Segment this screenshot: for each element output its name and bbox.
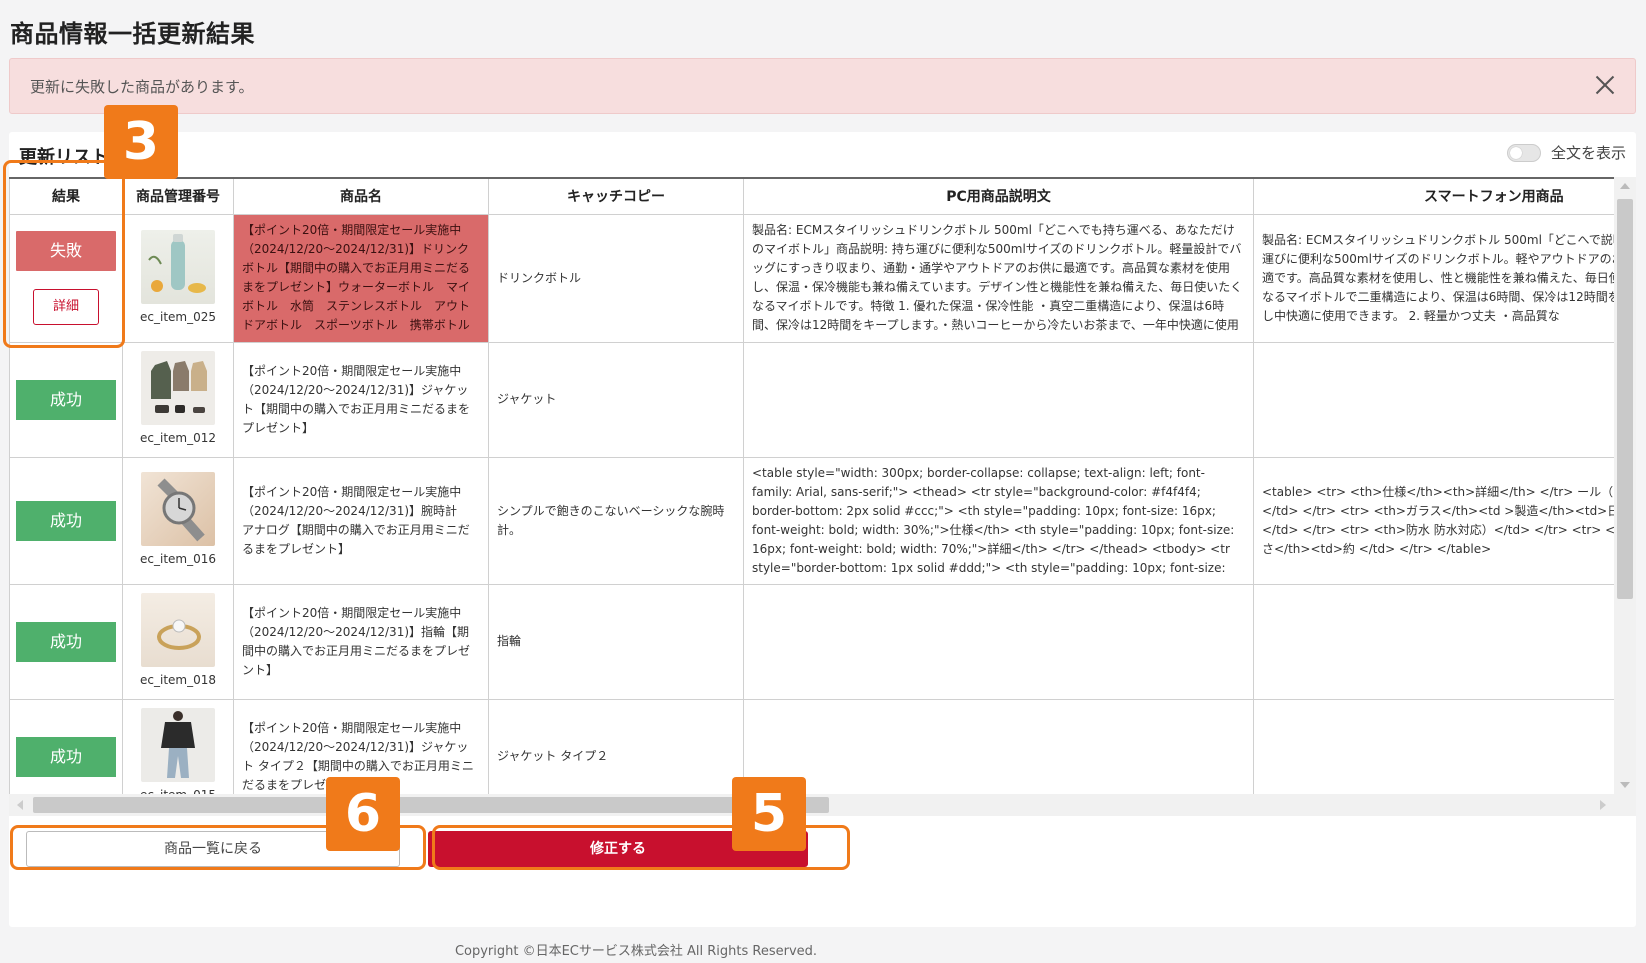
item-name-cell[interactable]: 【ポイント20倍・期間限定セール実施中（2024/12/20～2024/12/3…: [233, 341, 489, 458]
item-code-cell: ec_item_025: [122, 213, 234, 343]
scroll-up-icon[interactable]: [1620, 183, 1630, 189]
pc-description-cell[interactable]: [743, 583, 1254, 700]
pc-description-cell[interactable]: 製品名: ECMスタイリッシュドリンクボトル 500ml「どこへでも持ち運べる、…: [743, 213, 1254, 343]
catch-copy-cell[interactable]: 指輪: [488, 583, 744, 700]
header-sp-description: スマートフォン用商品: [1253, 177, 1636, 215]
catch-copy-cell[interactable]: シンプルで飽きのこないベーシックな腕時計。: [488, 456, 744, 585]
jacket-outfit-photo-icon: [141, 708, 215, 782]
show-full-text-toggle[interactable]: [1506, 143, 1541, 162]
item-code: ec_item_025: [140, 309, 216, 324]
annotation-badge-3: 3: [104, 105, 178, 179]
table-row: 成功 ec_item_016 【ポイント20倍・期間限定セール実施中（2024/…: [9, 456, 1636, 585]
sp-description: <table> <tr> <th>仕様</th><th>詳細</th> </tr…: [1262, 484, 1636, 556]
sp-description-cell[interactable]: [1253, 341, 1636, 458]
catch-copy: ドリンクボトル: [497, 270, 582, 285]
item-code: ec_item_018: [140, 673, 216, 687]
pc-description: <table style="width: 300px; border-colla…: [752, 465, 1235, 575]
status-badge-success: 成功: [16, 500, 116, 541]
item-name-cell-error[interactable]: 【ポイント20倍・期間限定セール実施中（2024/12/20～2024/12/3…: [233, 213, 489, 343]
catch-copy-cell[interactable]: ジャケット: [488, 341, 744, 458]
scroll-right-icon[interactable]: [1600, 800, 1606, 810]
show-full-text-toggle-group: 全文を表示: [1506, 142, 1626, 163]
item-name: 【ポイント20倍・期間限定セール実施中（2024/12/20～2024/12/3…: [242, 484, 470, 556]
result-cell: 成功: [9, 456, 123, 585]
annotation-box-result: [3, 160, 125, 348]
item-name: 【ポイント20倍・期間限定セール実施中（2024/12/20～2024/12/3…: [242, 363, 471, 435]
catch-copy: ジャケット: [497, 392, 557, 406]
catch-copy: シンプルで飽きのこないベーシックな腕時計。: [497, 503, 725, 537]
scroll-left-icon[interactable]: [17, 800, 23, 810]
close-icon[interactable]: [1591, 71, 1619, 99]
status-badge-success: 成功: [16, 621, 116, 662]
item-name: 【ポイント20倍・期間限定セール実施中（2024/12/20～2024/12/3…: [242, 223, 480, 332]
update-list-panel: 更新リスト 全文を表示 結果 商品管理番号 商品名 キャッチコピー PC用商品説…: [9, 132, 1636, 927]
alert-message: 更新に失敗した商品があります。: [30, 78, 254, 96]
status-badge-success: 成功: [16, 736, 116, 777]
error-alert: 更新に失敗した商品があります。: [9, 58, 1636, 114]
water-bottle-photo-icon: [141, 229, 215, 304]
catch-copy: 指輪: [497, 634, 522, 648]
annotation-badge-5: 5: [732, 777, 806, 851]
result-cell: 成功: [9, 583, 123, 700]
sp-description-cell[interactable]: <table> <tr> <th>仕様</th><th>詳細</th> </tr…: [1253, 456, 1636, 585]
sp-description: 製品名: ECMスタイリッシュドリンクボトル 500ml「どこへで説明: 持ち運…: [1262, 232, 1636, 323]
item-code: ec_item_016: [140, 552, 216, 566]
watch-photo-icon: [141, 472, 215, 546]
catch-copy-cell[interactable]: ドリンクボトル: [488, 213, 744, 343]
table-header-row: 結果 商品管理番号 商品名 キャッチコピー PC用商品説明文 スマートフォン用商…: [9, 177, 1636, 215]
annotation-badge-6: 6: [326, 777, 400, 851]
header-item-code: 商品管理番号: [122, 177, 234, 215]
jacket-set-photo-icon: [141, 351, 215, 425]
header-catch-copy: キャッチコピー: [488, 177, 744, 215]
scroll-down-icon[interactable]: [1620, 782, 1630, 788]
horizontal-scrollbar[interactable]: [9, 794, 1636, 816]
result-table: 結果 商品管理番号 商品名 キャッチコピー PC用商品説明文 スマートフォン用商…: [9, 177, 1636, 815]
horizontal-scroll-thumb[interactable]: [33, 797, 829, 813]
catch-copy: ジャケット タイプ２: [497, 749, 609, 763]
show-full-text-label: 全文を表示: [1550, 144, 1626, 162]
sp-description-cell[interactable]: 製品名: ECMスタイリッシュドリンクボトル 500ml「どこへで説明: 持ち運…: [1253, 213, 1636, 343]
item-name-cell[interactable]: 【ポイント20倍・期間限定セール実施中（2024/12/20～2024/12/3…: [233, 583, 489, 700]
footer-copyright: Copyright ©日本ECサービス株式会社 All Rights Reser…: [454, 944, 818, 959]
header-pc-description: PC用商品説明文: [743, 177, 1254, 215]
header-item-name: 商品名: [233, 177, 489, 215]
ring-photo-icon: [141, 593, 215, 667]
item-code: ec_item_012: [140, 431, 216, 445]
page-title: 商品情報一括更新結果: [10, 20, 255, 48]
status-badge-success: 成功: [16, 379, 116, 420]
pc-description: 製品名: ECMスタイリッシュドリンクボトル 500ml「どこへでも持ち運べる、…: [752, 223, 1243, 332]
result-table-wrap: 結果 商品管理番号 商品名 キャッチコピー PC用商品説明文 スマートフォン用商…: [9, 177, 1636, 825]
result-cell: 成功: [9, 341, 123, 458]
table-row: 成功 ec_item_018 【ポイント20倍・期間限定セール実施中（2024/…: [9, 583, 1636, 700]
item-name-cell[interactable]: 【ポイント20倍・期間限定セール実施中（2024/12/20～2024/12/3…: [233, 456, 489, 585]
item-code-cell: ec_item_012: [122, 341, 234, 458]
vertical-scroll-thumb[interactable]: [1617, 199, 1633, 599]
item-code-cell: ec_item_018: [122, 583, 234, 700]
pc-description-cell[interactable]: [743, 341, 1254, 458]
item-code-cell: ec_item_016: [122, 456, 234, 585]
table-row: 失敗 詳細 ec_item_025 【ポイント20倍・期間限定セール実施中（20…: [9, 213, 1636, 343]
item-name: 【ポイント20倍・期間限定セール実施中（2024/12/20～2024/12/3…: [242, 605, 471, 677]
table-row: 成功 ec_item_012 【ポイント20倍・期間限定セール実施中（2024/…: [9, 341, 1636, 458]
vertical-scrollbar[interactable]: [1614, 177, 1636, 794]
pc-description-cell[interactable]: <table style="width: 300px; border-colla…: [743, 456, 1254, 585]
sp-description-cell[interactable]: [1253, 583, 1636, 700]
